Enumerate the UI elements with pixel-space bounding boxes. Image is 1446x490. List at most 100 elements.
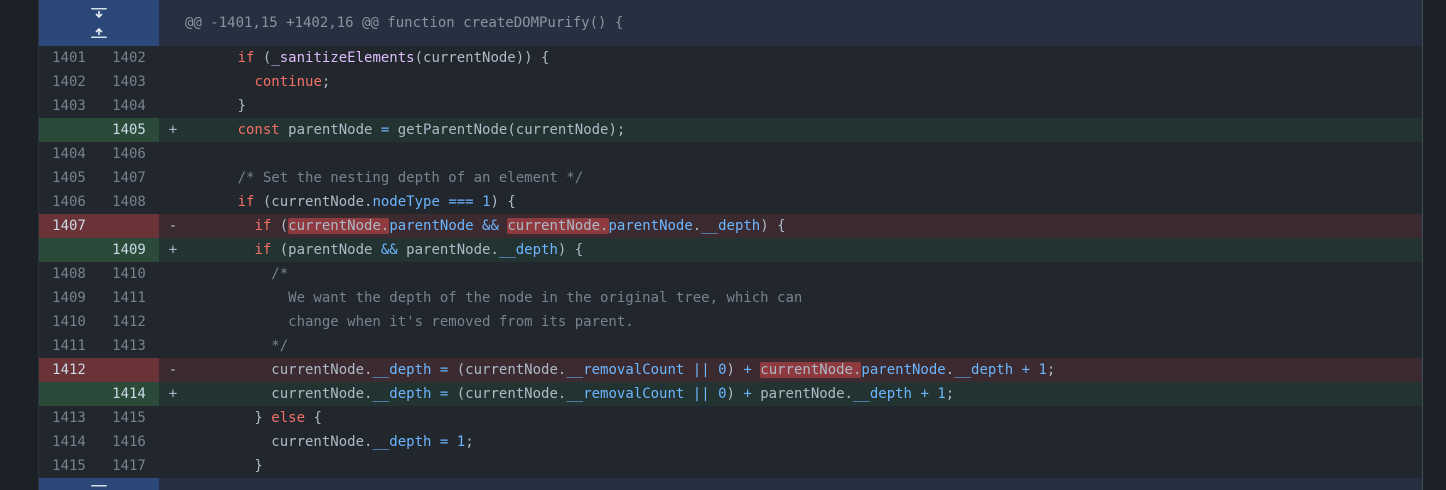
code-line: /* Set the nesting depth of an element *… bbox=[187, 170, 584, 186]
expand-hunk-button[interactable] bbox=[39, 0, 159, 46]
new-line-number[interactable]: 1411 bbox=[99, 286, 159, 310]
old-line-number[interactable]: 1402 bbox=[39, 70, 99, 94]
hunk-footer-bar bbox=[159, 478, 1422, 490]
diff-marker bbox=[159, 430, 187, 454]
old-line-number[interactable]: 1405 bbox=[39, 166, 99, 190]
new-line-number[interactable]: 1406 bbox=[99, 142, 159, 166]
old-line-number[interactable]: 1413 bbox=[39, 406, 99, 430]
old-line-number[interactable] bbox=[39, 238, 99, 262]
new-line-number[interactable]: 1407 bbox=[99, 166, 159, 190]
new-line-number[interactable]: 1404 bbox=[99, 94, 159, 118]
new-line-number[interactable] bbox=[99, 358, 159, 382]
new-line-number[interactable]: 1412 bbox=[99, 310, 159, 334]
code-line: } else { bbox=[187, 410, 322, 426]
diff-view: @@ -1401,15 +1402,16 @@ function createD… bbox=[38, 0, 1423, 490]
diff-line: 1404 1406 bbox=[39, 142, 1422, 166]
diff-marker: - bbox=[168, 362, 178, 378]
diff-marker bbox=[159, 334, 187, 358]
code-line: if (parentNode && parentNode.__depth) { bbox=[254, 242, 584, 258]
new-line-number[interactable]: 1409 bbox=[99, 238, 159, 262]
diff-marker bbox=[159, 166, 187, 190]
diff-line: 1415 1417 } bbox=[39, 454, 1422, 478]
diff-marker bbox=[159, 142, 187, 166]
right-gutter bbox=[1421, 0, 1446, 490]
code-line: if (currentNode.parentNode && currentNod… bbox=[254, 218, 786, 234]
new-line-number[interactable]: 1402 bbox=[99, 46, 159, 70]
left-gutter bbox=[0, 0, 38, 490]
diff-marker: - bbox=[168, 218, 178, 234]
diff-marker bbox=[159, 406, 187, 430]
diff-marker: + bbox=[168, 122, 178, 138]
old-line-number[interactable]: 1407 bbox=[39, 214, 99, 238]
diff-marker: + bbox=[168, 386, 178, 402]
new-line-number[interactable] bbox=[99, 214, 159, 238]
diff-line: 1402 1403 continue; bbox=[39, 70, 1422, 94]
expand-down-button[interactable] bbox=[39, 478, 159, 490]
old-line-number[interactable] bbox=[39, 382, 99, 406]
code-line: const parentNode = getParentNode(current… bbox=[237, 122, 626, 138]
old-line-number[interactable]: 1415 bbox=[39, 454, 99, 478]
diff-line: 1409 1411 We want the depth of the node … bbox=[39, 286, 1422, 310]
new-line-number[interactable]: 1414 bbox=[99, 382, 159, 406]
diff-line: 1413 1415 } else { bbox=[39, 406, 1422, 430]
old-line-number[interactable] bbox=[39, 118, 99, 142]
old-line-number[interactable]: 1410 bbox=[39, 310, 99, 334]
diff-line-added: 1414 + currentNode.__depth = (currentNod… bbox=[39, 382, 1422, 406]
hunk-header-text: @@ -1401,15 +1402,16 @@ function createD… bbox=[159, 0, 1422, 46]
code-line: currentNode.__depth = 1; bbox=[187, 434, 474, 450]
diff-line-deleted: 1412 - currentNode.__depth = (currentNod… bbox=[39, 358, 1422, 382]
old-line-number[interactable]: 1408 bbox=[39, 262, 99, 286]
code-line: currentNode.__depth = (currentNode.__rem… bbox=[187, 386, 955, 402]
unfold-up-icon[interactable] bbox=[90, 26, 108, 38]
diff-line: 1411 1413 */ bbox=[39, 334, 1422, 358]
old-line-number[interactable]: 1412 bbox=[39, 358, 99, 382]
code-line: } bbox=[187, 98, 247, 114]
old-line-number[interactable]: 1409 bbox=[39, 286, 99, 310]
old-line-number[interactable]: 1404 bbox=[39, 142, 99, 166]
new-line-number[interactable]: 1408 bbox=[99, 190, 159, 214]
new-line-number[interactable]: 1403 bbox=[99, 70, 159, 94]
code-line: } bbox=[187, 458, 263, 474]
code-line: */ bbox=[187, 338, 289, 354]
diff-marker bbox=[159, 94, 187, 118]
unfold-down-icon[interactable] bbox=[90, 484, 108, 488]
diff-line-added: 1405 + const parentNode = getParentNode(… bbox=[39, 118, 1422, 142]
unfold-down-icon[interactable] bbox=[90, 8, 108, 20]
old-line-number[interactable]: 1406 bbox=[39, 190, 99, 214]
new-line-number[interactable]: 1415 bbox=[99, 406, 159, 430]
code-line: if (currentNode.nodeType === 1) { bbox=[237, 194, 516, 210]
diff-line: 1405 1407 /* Set the nesting depth of an… bbox=[39, 166, 1422, 190]
diff-marker bbox=[159, 262, 187, 286]
diff-marker bbox=[159, 310, 187, 334]
diff-line-deleted: 1407 - if (currentNode.parentNode && cur… bbox=[39, 214, 1422, 238]
old-line-number[interactable]: 1401 bbox=[39, 46, 99, 70]
code-line: /* bbox=[187, 266, 289, 282]
diff-line: 1408 1410 /* bbox=[39, 262, 1422, 286]
old-line-number[interactable]: 1403 bbox=[39, 94, 99, 118]
new-line-number[interactable]: 1410 bbox=[99, 262, 159, 286]
diff-marker: + bbox=[168, 242, 178, 258]
diff-line-added: 1409 + if (parentNode && parentNode.__de… bbox=[39, 238, 1422, 262]
new-line-number[interactable]: 1416 bbox=[99, 430, 159, 454]
new-line-number[interactable]: 1417 bbox=[99, 454, 159, 478]
new-line-number[interactable]: 1405 bbox=[99, 118, 159, 142]
diff-line: 1403 1404 } bbox=[39, 94, 1422, 118]
diff-marker bbox=[159, 70, 187, 94]
hunk-footer bbox=[39, 478, 1422, 490]
code-line: We want the depth of the node in the ori… bbox=[187, 290, 803, 306]
hunk-header: @@ -1401,15 +1402,16 @@ function createD… bbox=[39, 0, 1422, 46]
diff-line: 1401 1402 if (_sanitizeElements(currentN… bbox=[39, 46, 1422, 70]
diff-marker bbox=[159, 454, 187, 478]
old-line-number[interactable]: 1414 bbox=[39, 430, 99, 454]
code-line: currentNode.__depth = (currentNode.__rem… bbox=[187, 362, 1056, 378]
code-line: continue; bbox=[254, 74, 331, 90]
diff-marker bbox=[159, 46, 187, 70]
new-line-number[interactable]: 1413 bbox=[99, 334, 159, 358]
code-line: if (_sanitizeElements(currentNode)) { bbox=[237, 50, 550, 66]
old-line-number[interactable]: 1411 bbox=[39, 334, 99, 358]
diff-line: 1406 1408 if (currentNode.nodeType === 1… bbox=[39, 190, 1422, 214]
diff-line: 1414 1416 currentNode.__depth = 1; bbox=[39, 430, 1422, 454]
code-line: change when it's removed from its parent… bbox=[187, 314, 634, 330]
diff-marker bbox=[159, 286, 187, 310]
